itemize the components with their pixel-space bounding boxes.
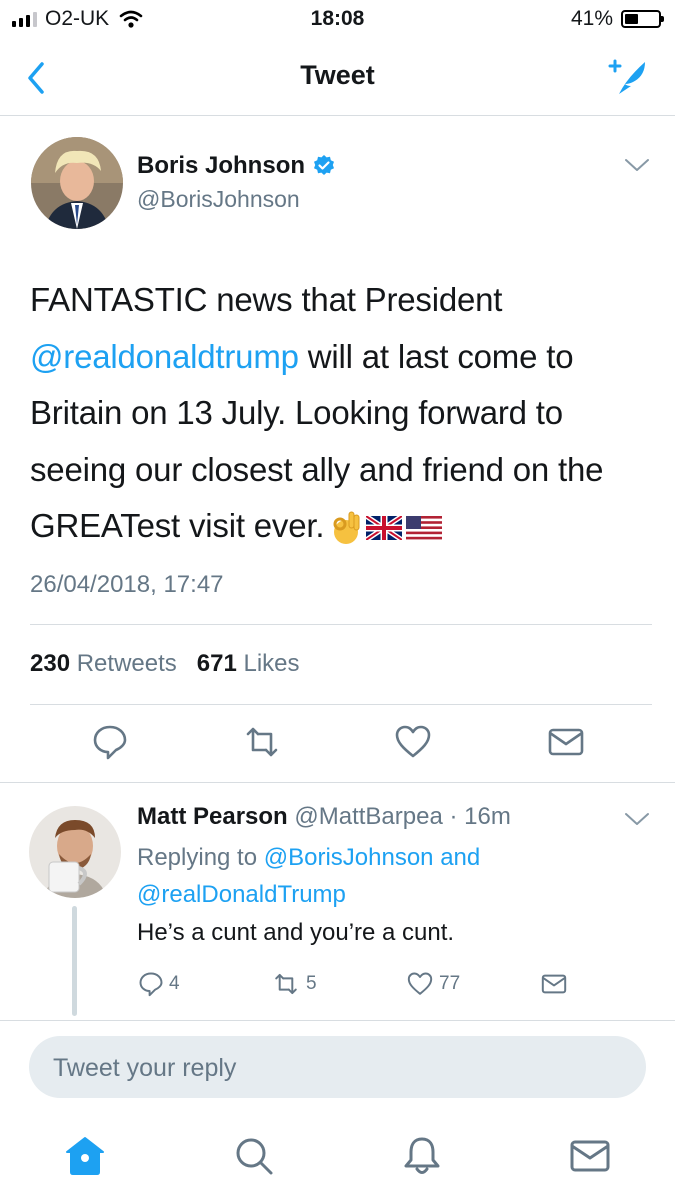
reply-input-placeholder: Tweet your reply [53,1054,237,1082]
reply-avatar[interactable] [29,806,121,898]
retweets-label: Retweets [76,650,177,677]
thread-line [72,906,77,1016]
replying-mention-1[interactable]: @BorisJohnson [264,844,434,871]
reply-like-button[interactable]: 77 [405,970,460,998]
reply-retweet-button[interactable]: 5 [270,970,317,998]
status-bar: O2-UK 18:08 41% [0,0,675,38]
replying-and: and [440,844,481,871]
author-avatar[interactable] [31,137,123,229]
search-icon[interactable] [232,1134,276,1178]
reply-meta: @MattBarpea · 16m [294,803,511,830]
tab-bar [0,1118,675,1200]
compose-tweet-icon[interactable] [605,56,649,98]
author-handle[interactable]: @BorisJohnson [137,186,300,213]
tweet-text: FANTASTIC news that President @realdonald… [30,272,650,555]
tweet-stats: 230 Retweets 671 Likes [30,650,300,678]
author-name-text: Boris Johnson [137,152,306,179]
likes-count: 671 [196,650,237,677]
tweet-mention-link[interactable]: @realdonaldtrump [30,338,299,375]
reply-icon[interactable] [90,722,130,762]
verified-badge-icon [314,155,335,175]
likes-label: Likes [243,650,300,677]
reply-retweet-count: 5 [306,973,317,994]
retweets-stat[interactable]: 230 Retweets [30,650,177,677]
battery-icon [621,10,664,28]
reply-reply-count: 4 [169,973,180,994]
divider [30,704,652,705]
reply-like-count: 77 [439,973,461,994]
retweet-icon[interactable] [242,722,282,762]
like-icon[interactable] [393,722,433,762]
ok-hand-emoji-icon [333,511,360,545]
emoji-row [330,510,443,546]
tweet-text-part-1: FANTASTIC news that President [30,281,503,318]
uk-flag-emoji-icon [366,516,403,541]
tweet-timestamp: 26/04/2018, 17:47 [30,571,224,598]
reply-header: Matt Pearson @MattBarpea · 16m [137,803,511,831]
messages-icon[interactable] [568,1134,612,1178]
reply-author-name[interactable]: Matt Pearson [137,803,288,830]
notifications-icon[interactable] [400,1134,444,1178]
replying-to: Replying to @BorisJohnson and @realDonal… [137,839,617,913]
direct-message-icon [541,974,567,994]
direct-message-icon[interactable] [546,722,586,762]
author-name[interactable]: Boris Johnson [137,152,336,180]
reply-icon [139,972,163,997]
chevron-down-icon[interactable] [624,156,650,174]
battery-level [625,14,639,24]
home-icon[interactable] [63,1134,107,1178]
chevron-down-icon[interactable] [624,810,650,828]
battery-percent: 41% [570,7,613,30]
status-right: 41% [570,7,664,31]
replying-mention-2[interactable]: @realDonaldTrump [137,881,346,908]
like-icon [407,972,433,995]
retweets-count: 230 [30,650,71,677]
page-title: Tweet [300,60,375,90]
reply-text: He’s a cunt and you’re a cunt. [137,919,455,946]
navigation-bar: Tweet [0,38,675,116]
reply-input[interactable]: Tweet your reply [29,1036,646,1098]
replying-to-prefix: Replying to [137,844,258,871]
divider [30,624,652,625]
tweet-actions [0,722,675,766]
reply-reply-button[interactable]: 4 [137,970,180,998]
us-flag-emoji-icon [406,516,443,541]
divider [0,782,675,783]
reply-actions: 4 5 77 [137,970,577,1000]
divider [0,1020,675,1021]
retweet-icon [275,973,297,995]
likes-stat[interactable]: 671 Likes [197,650,300,677]
reply-message-button[interactable] [539,970,569,998]
